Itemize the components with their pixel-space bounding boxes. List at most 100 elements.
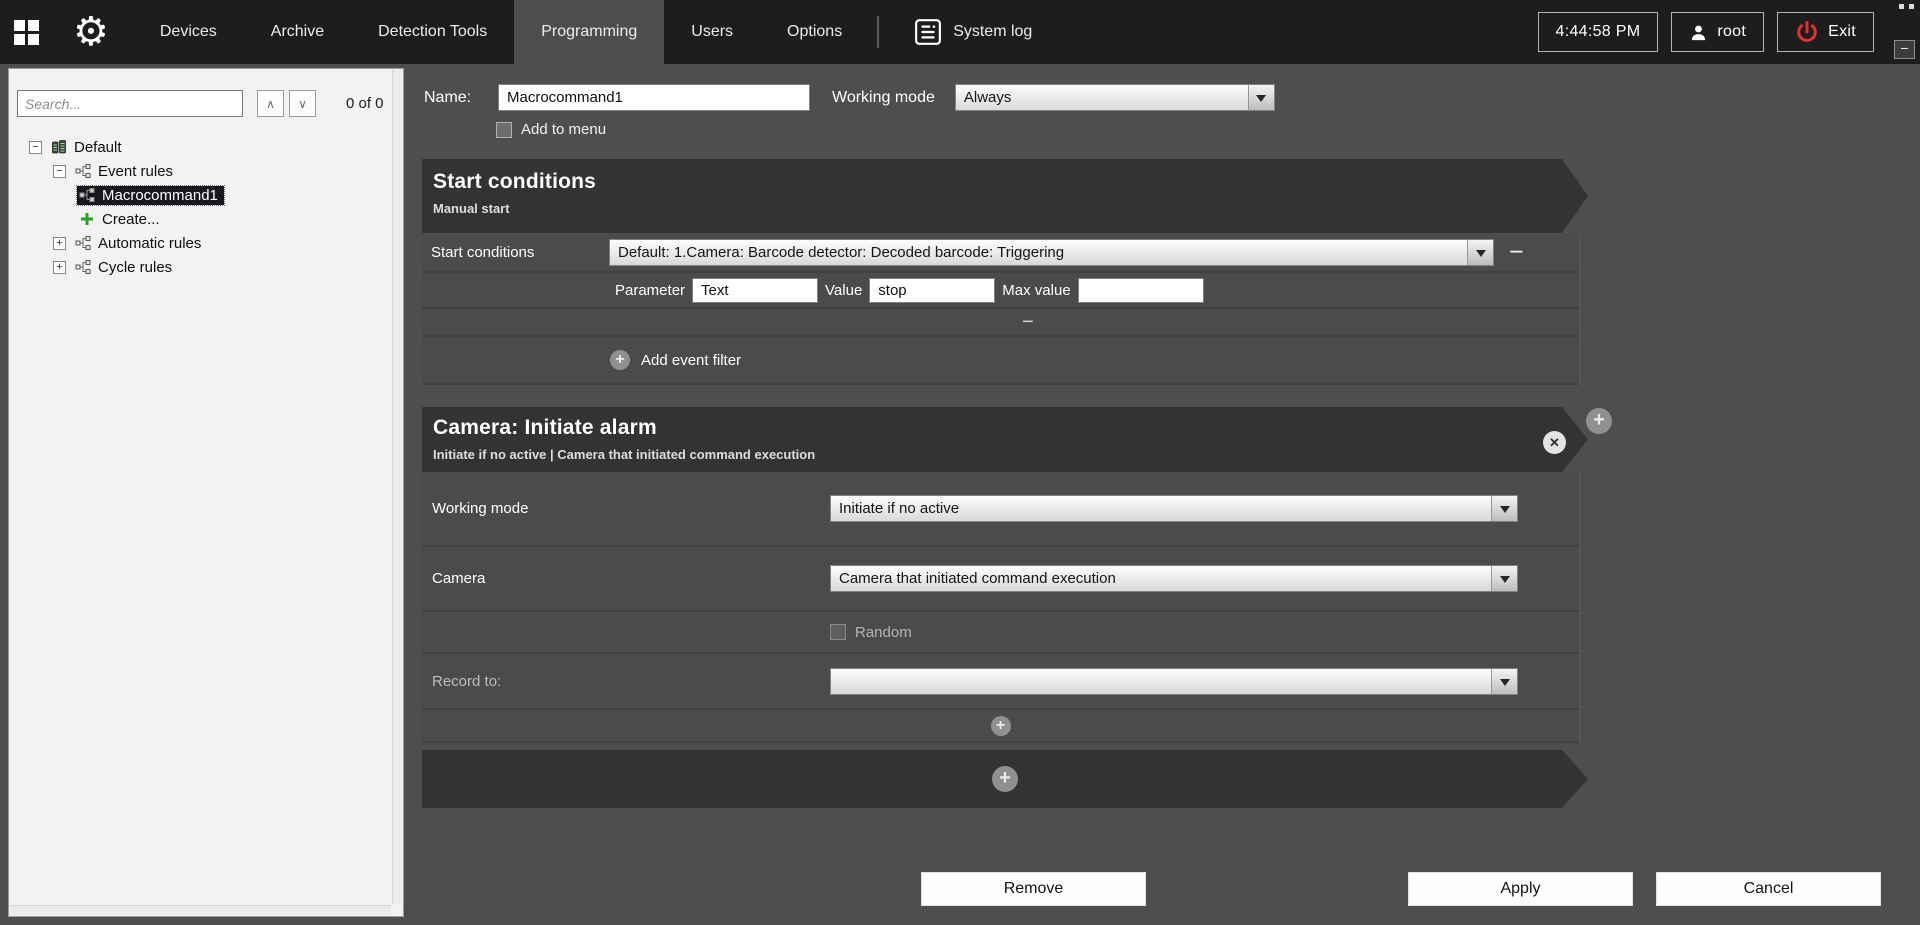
window-controls[interactable] [1899, 4, 1914, 9]
action-working-mode-row: Working mode Initiate if no active [422, 472, 1579, 547]
record-to-select[interactable] [830, 668, 1518, 695]
user-button[interactable]: root [1671, 12, 1764, 52]
value-label: Value [825, 282, 862, 299]
add-action-banner: + [422, 750, 1588, 808]
system-log-icon [914, 18, 942, 46]
search-input[interactable] [17, 90, 243, 117]
working-mode-select[interactable]: Always [955, 84, 1275, 111]
record-to-row: Record to: [422, 654, 1579, 710]
tree-item-default[interactable]: − Default [9, 135, 403, 159]
parameter-label: Parameter [615, 282, 685, 299]
tree-item-label: Event rules [97, 163, 174, 180]
cancel-button[interactable]: Cancel [1656, 872, 1881, 906]
dropdown-arrow-icon[interactable] [1491, 669, 1517, 694]
remove-condition-button[interactable]: − [1509, 242, 1524, 262]
topbar: ⚙ Devices Archive Detection Tools Progra… [0, 0, 1920, 64]
search-prev-button[interactable]: ∧ [257, 90, 284, 117]
add-green-icon [79, 211, 95, 227]
search-next-button[interactable]: ∨ [289, 90, 316, 117]
value-input[interactable] [869, 278, 995, 303]
apps-grid-icon[interactable] [14, 20, 39, 45]
tree-expander-icon[interactable]: − [29, 141, 42, 154]
tree-expander-icon[interactable]: + [53, 261, 66, 274]
dropdown-arrow-icon[interactable] [1248, 85, 1274, 110]
tree-item-automatic-rules[interactable]: + Automatic rules [9, 231, 403, 255]
start-condition-select[interactable]: Default: 1.Camera: Barcode detector: Dec… [609, 239, 1494, 266]
add-filter-icon[interactable]: + [610, 350, 630, 370]
editor-buttons: Remove Apply Cancel [422, 872, 1920, 906]
user-icon [1689, 23, 1708, 42]
action-working-mode-select[interactable]: Initiate if no active [830, 495, 1518, 522]
clock-display: 4:44:58 PM [1538, 12, 1659, 52]
menu-item-archive[interactable]: Archive [244, 0, 351, 64]
camera-select[interactable]: Camera that initiated command execution [830, 565, 1518, 592]
random-checkbox[interactable] [830, 624, 846, 640]
name-input[interactable] [498, 84, 810, 111]
dropdown-arrow-icon[interactable] [1467, 240, 1493, 265]
camera-row: Camera Camera that initiated command exe… [422, 547, 1579, 612]
parameter-input[interactable] [692, 278, 818, 303]
menu-item-options[interactable]: Options [760, 0, 869, 64]
remove-action-button[interactable]: ✕ [1543, 431, 1566, 454]
exit-button[interactable]: Exit [1777, 12, 1874, 52]
camera-label: Camera [422, 570, 830, 587]
sidebar-horizontal-scrollbar[interactable] [10, 905, 391, 915]
server-group-icon [51, 139, 67, 155]
menu-item-programming[interactable]: Programming [514, 0, 664, 64]
random-label: Random [855, 624, 912, 641]
tree-expander-icon[interactable]: + [53, 237, 66, 250]
condition-parameters-row: Parameter Value Max value [422, 273, 1579, 309]
add-to-menu-label: Add to menu [521, 121, 606, 138]
camera-value: Camera that initiated command execution [831, 566, 1491, 591]
sidebar-vertical-scrollbar[interactable] [392, 70, 402, 904]
search-match-counter: 0 of 0 [346, 95, 384, 112]
add-action-button[interactable]: + [1586, 408, 1612, 434]
section-title: Start conditions [433, 170, 1588, 194]
start-conditions-label: Start conditions [422, 244, 609, 261]
rule-icon [75, 235, 91, 251]
remove-button[interactable]: Remove [921, 872, 1146, 906]
tree-item-macrocommand1[interactable]: Macrocommand1 [9, 183, 403, 207]
working-mode-label: Working mode [832, 89, 935, 107]
record-to-label: Record to: [422, 673, 830, 690]
menu-item-detection-tools[interactable]: Detection Tools [351, 0, 514, 64]
action-working-mode-label: Working mode [422, 500, 830, 517]
max-value-input[interactable] [1078, 278, 1204, 303]
tree-item-label: Create... [101, 211, 161, 228]
collapse-panel-button[interactable]: − [1894, 40, 1915, 59]
tree-item-create[interactable]: Create... [9, 207, 403, 231]
tree-item-label: Cycle rules [97, 259, 173, 276]
apply-button[interactable]: Apply [1408, 872, 1633, 906]
collapse-filter-button[interactable]: − [1022, 312, 1034, 332]
power-icon [1795, 20, 1819, 44]
working-mode-value: Always [956, 85, 1248, 110]
condition-row: Start conditions Default: 1.Camera: Barc… [422, 233, 1579, 273]
exit-label: Exit [1828, 23, 1856, 41]
tree-expander-icon[interactable]: − [53, 165, 66, 178]
dropdown-arrow-icon[interactable] [1491, 496, 1517, 521]
rules-tree: − Default − [9, 123, 403, 279]
menu-item-system-log[interactable]: System log [887, 0, 1059, 64]
action-working-mode-value: Initiate if no active [831, 496, 1491, 521]
menu-item-users[interactable]: Users [664, 0, 760, 64]
add-event-filter-label[interactable]: Add event filter [641, 352, 741, 369]
menu-item-devices[interactable]: Devices [133, 0, 244, 64]
add-to-menu-checkbox[interactable] [496, 122, 512, 138]
tree-item-event-rules[interactable]: − Event rules [9, 159, 403, 183]
tree-item-cycle-rules[interactable]: + Cycle rules [9, 255, 403, 279]
rule-icon [79, 187, 95, 203]
add-subaction-button[interactable]: + [991, 716, 1011, 736]
rule-icon [75, 163, 91, 179]
start-conditions-section: Start conditions Default: 1.Camera: Barc… [422, 233, 1580, 385]
menu-separator [877, 16, 879, 48]
add-action-row-button[interactable]: + [992, 766, 1018, 792]
action-title: Camera: Initiate alarm [433, 416, 1588, 440]
dropdown-arrow-icon[interactable] [1491, 566, 1517, 591]
section-subtitle: Manual start [433, 201, 1588, 216]
record-to-value [831, 669, 1491, 694]
settings-gear-icon[interactable]: ⚙ [73, 4, 109, 60]
add-to-menu-row: Add to menu [496, 121, 606, 138]
tree-item-label: Default [73, 139, 123, 156]
tree-item-label: Macrocommand1 [101, 187, 219, 204]
add-subaction-row: + [422, 710, 1579, 743]
